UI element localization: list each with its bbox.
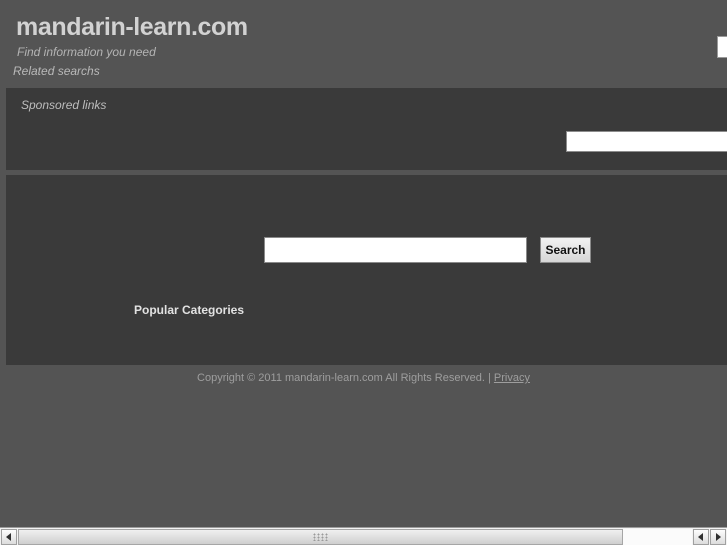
footer: Copyright © 2011 mandarin-learn.com All … — [0, 372, 727, 384]
triangle-left-icon — [698, 533, 703, 541]
scrollbar-track[interactable] — [18, 529, 692, 545]
triangle-right-icon — [716, 533, 721, 541]
search-input[interactable] — [264, 237, 527, 263]
horizontal-scrollbar[interactable] — [0, 527, 727, 545]
site-header: mandarin-learn.com Find information you … — [0, 0, 727, 85]
sponsored-links-panel: Sponsored links — [6, 88, 727, 170]
copyright-text: Copyright © 2011 mandarin-learn.com All … — [197, 372, 494, 384]
search-button[interactable]: Search — [540, 237, 591, 263]
main-content-panel: Search Popular Categories — [6, 175, 727, 365]
scrollbar-thumb[interactable] — [18, 529, 623, 545]
page-viewport: mandarin-learn.com Find information you … — [0, 0, 727, 525]
site-title: mandarin-learn.com — [16, 13, 248, 41]
popular-categories-heading: Popular Categories — [134, 303, 245, 317]
privacy-link[interactable]: Privacy — [494, 372, 530, 384]
sponsored-search-input[interactable] — [566, 131, 727, 152]
triangle-left-icon — [6, 533, 11, 541]
scroll-right-button[interactable] — [710, 529, 726, 545]
scroll-left-button[interactable] — [1, 529, 17, 545]
search-form: Search — [264, 237, 594, 263]
related-searches-label: Related searchs — [13, 64, 100, 78]
header-input-box[interactable] — [717, 36, 727, 58]
footer-copyright: Copyright © 2011 mandarin-learn.com All … — [197, 372, 530, 384]
sponsored-links-label: Sponsored links — [21, 98, 107, 112]
scroll-left-button-secondary[interactable] — [693, 529, 709, 545]
grip-dots-icon — [312, 533, 329, 541]
site-tagline: Find information you need — [17, 45, 156, 59]
